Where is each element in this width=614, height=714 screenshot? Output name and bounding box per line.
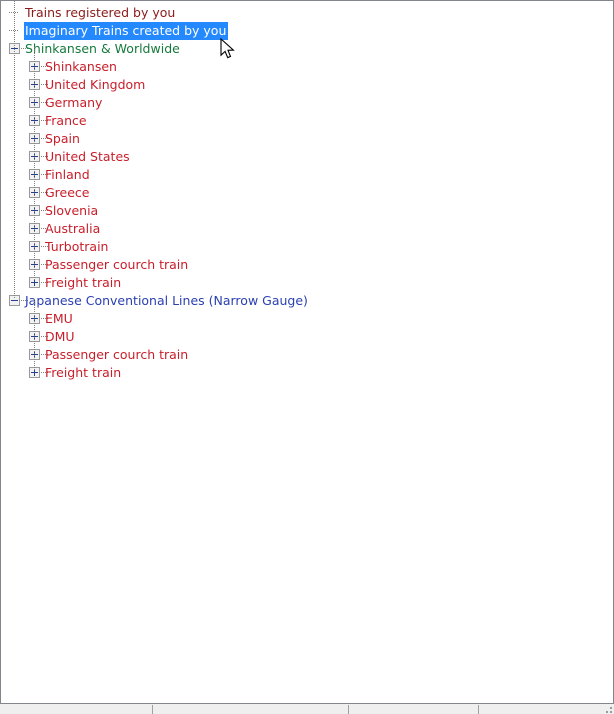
expand-node-icon[interactable] bbox=[29, 115, 40, 126]
tree-row[interactable]: DMU bbox=[1, 328, 613, 346]
tree-row[interactable]: France bbox=[1, 112, 613, 130]
tree-node-label[interactable]: Slovenia bbox=[44, 202, 100, 220]
tree-view-panel[interactable]: Trains registered by you Imaginary Trains… bbox=[0, 0, 614, 704]
tree-row[interactable]: Germany bbox=[1, 94, 613, 112]
tree-node-label[interactable]: Freight train bbox=[44, 274, 123, 292]
expand-node-icon[interactable] bbox=[29, 79, 40, 90]
tree-node-label[interactable]: France bbox=[44, 112, 89, 130]
tree-row[interactable]: Greece bbox=[1, 184, 613, 202]
tree-row[interactable]: Passenger courch train bbox=[1, 256, 613, 274]
tree-row[interactable]: Turbotrain bbox=[1, 238, 613, 256]
tree-node-label[interactable]: Passenger courch train bbox=[44, 256, 190, 274]
tree-node-label[interactable]: Imaginary Trains created by you bbox=[24, 22, 229, 40]
expand-node-icon[interactable] bbox=[29, 241, 40, 252]
expand-node-icon[interactable] bbox=[29, 97, 40, 108]
tree-row[interactable]: Imaginary Trains created by you bbox=[1, 22, 613, 40]
tree-node-label[interactable]: Australia bbox=[44, 220, 102, 238]
status-bar-segment bbox=[0, 704, 152, 714]
expand-node-icon[interactable] bbox=[29, 151, 40, 162]
tree-node-label[interactable]: Shinkansen & Worldwide bbox=[24, 40, 182, 58]
tree-node-label[interactable]: United States bbox=[44, 148, 132, 166]
tree-row[interactable]: Spain bbox=[1, 130, 613, 148]
collapse-node-icon[interactable] bbox=[9, 295, 20, 306]
tree-node-label[interactable]: Spain bbox=[44, 130, 82, 148]
status-bar-divider bbox=[478, 705, 479, 714]
tree-node-label[interactable]: Germany bbox=[44, 94, 104, 112]
tree-row[interactable]: Passenger courch train bbox=[1, 346, 613, 364]
expand-node-icon[interactable] bbox=[29, 187, 40, 198]
expand-node-icon[interactable] bbox=[29, 349, 40, 360]
tree-node-label[interactable]: Shinkansen bbox=[44, 58, 119, 76]
tree-row[interactable]: Trains registered by you bbox=[1, 4, 613, 22]
tree-row[interactable]: United States bbox=[1, 148, 613, 166]
status-bar bbox=[0, 703, 614, 714]
tree-row[interactable]: Freight train bbox=[1, 274, 613, 292]
tree-node-label[interactable]: Greece bbox=[44, 184, 92, 202]
expand-node-icon[interactable] bbox=[29, 313, 40, 324]
tree-row[interactable]: Japanese Conventional Lines (Narrow Gaug… bbox=[1, 292, 613, 310]
expand-node-icon[interactable] bbox=[29, 259, 40, 270]
tree-node-label[interactable]: EMU bbox=[44, 310, 75, 328]
expand-node-icon[interactable] bbox=[29, 133, 40, 144]
status-bar-segment bbox=[348, 704, 478, 714]
tree-node-label[interactable]: Passenger courch train bbox=[44, 346, 190, 364]
tree-row[interactable]: Finland bbox=[1, 166, 613, 184]
collapse-node-icon[interactable] bbox=[9, 43, 20, 54]
application-window: Trains registered by you Imaginary Trains… bbox=[0, 0, 614, 714]
tree-connector-line bbox=[9, 12, 19, 13]
status-bar-segment bbox=[152, 704, 348, 714]
expand-node-icon[interactable] bbox=[29, 61, 40, 72]
expand-node-icon[interactable] bbox=[29, 223, 40, 234]
status-bar-divider bbox=[152, 705, 153, 714]
resize-grip-icon[interactable] bbox=[601, 704, 613, 714]
tree-node-label[interactable]: Freight train bbox=[44, 364, 123, 382]
tree-node-label[interactable]: Finland bbox=[44, 166, 92, 184]
tree-node-label[interactable]: Turbotrain bbox=[44, 238, 110, 256]
tree-node-label[interactable]: Japanese Conventional Lines (Narrow Gaug… bbox=[24, 292, 310, 310]
tree-row[interactable]: Australia bbox=[1, 220, 613, 238]
tree-row[interactable]: United Kingdom bbox=[1, 76, 613, 94]
tree-row[interactable]: Freight train bbox=[1, 364, 613, 382]
tree-connector-line bbox=[9, 30, 19, 31]
tree-root: Trains registered by you Imaginary Trains… bbox=[1, 1, 613, 382]
tree-row[interactable]: Shinkansen bbox=[1, 58, 613, 76]
expand-node-icon[interactable] bbox=[29, 331, 40, 342]
expand-node-icon[interactable] bbox=[29, 205, 40, 216]
tree-node-label[interactable]: United Kingdom bbox=[44, 76, 147, 94]
status-bar-divider bbox=[348, 705, 349, 714]
expand-node-icon[interactable] bbox=[29, 169, 40, 180]
tree-node-label[interactable]: DMU bbox=[44, 328, 77, 346]
tree-node-label[interactable]: Trains registered by you bbox=[24, 4, 177, 22]
tree-row[interactable]: Shinkansen & Worldwide bbox=[1, 40, 613, 58]
tree-row[interactable]: Slovenia bbox=[1, 202, 613, 220]
tree-row[interactable]: EMU bbox=[1, 310, 613, 328]
status-bar-segment bbox=[478, 704, 614, 714]
expand-node-icon[interactable] bbox=[29, 367, 40, 378]
expand-node-icon[interactable] bbox=[29, 277, 40, 288]
